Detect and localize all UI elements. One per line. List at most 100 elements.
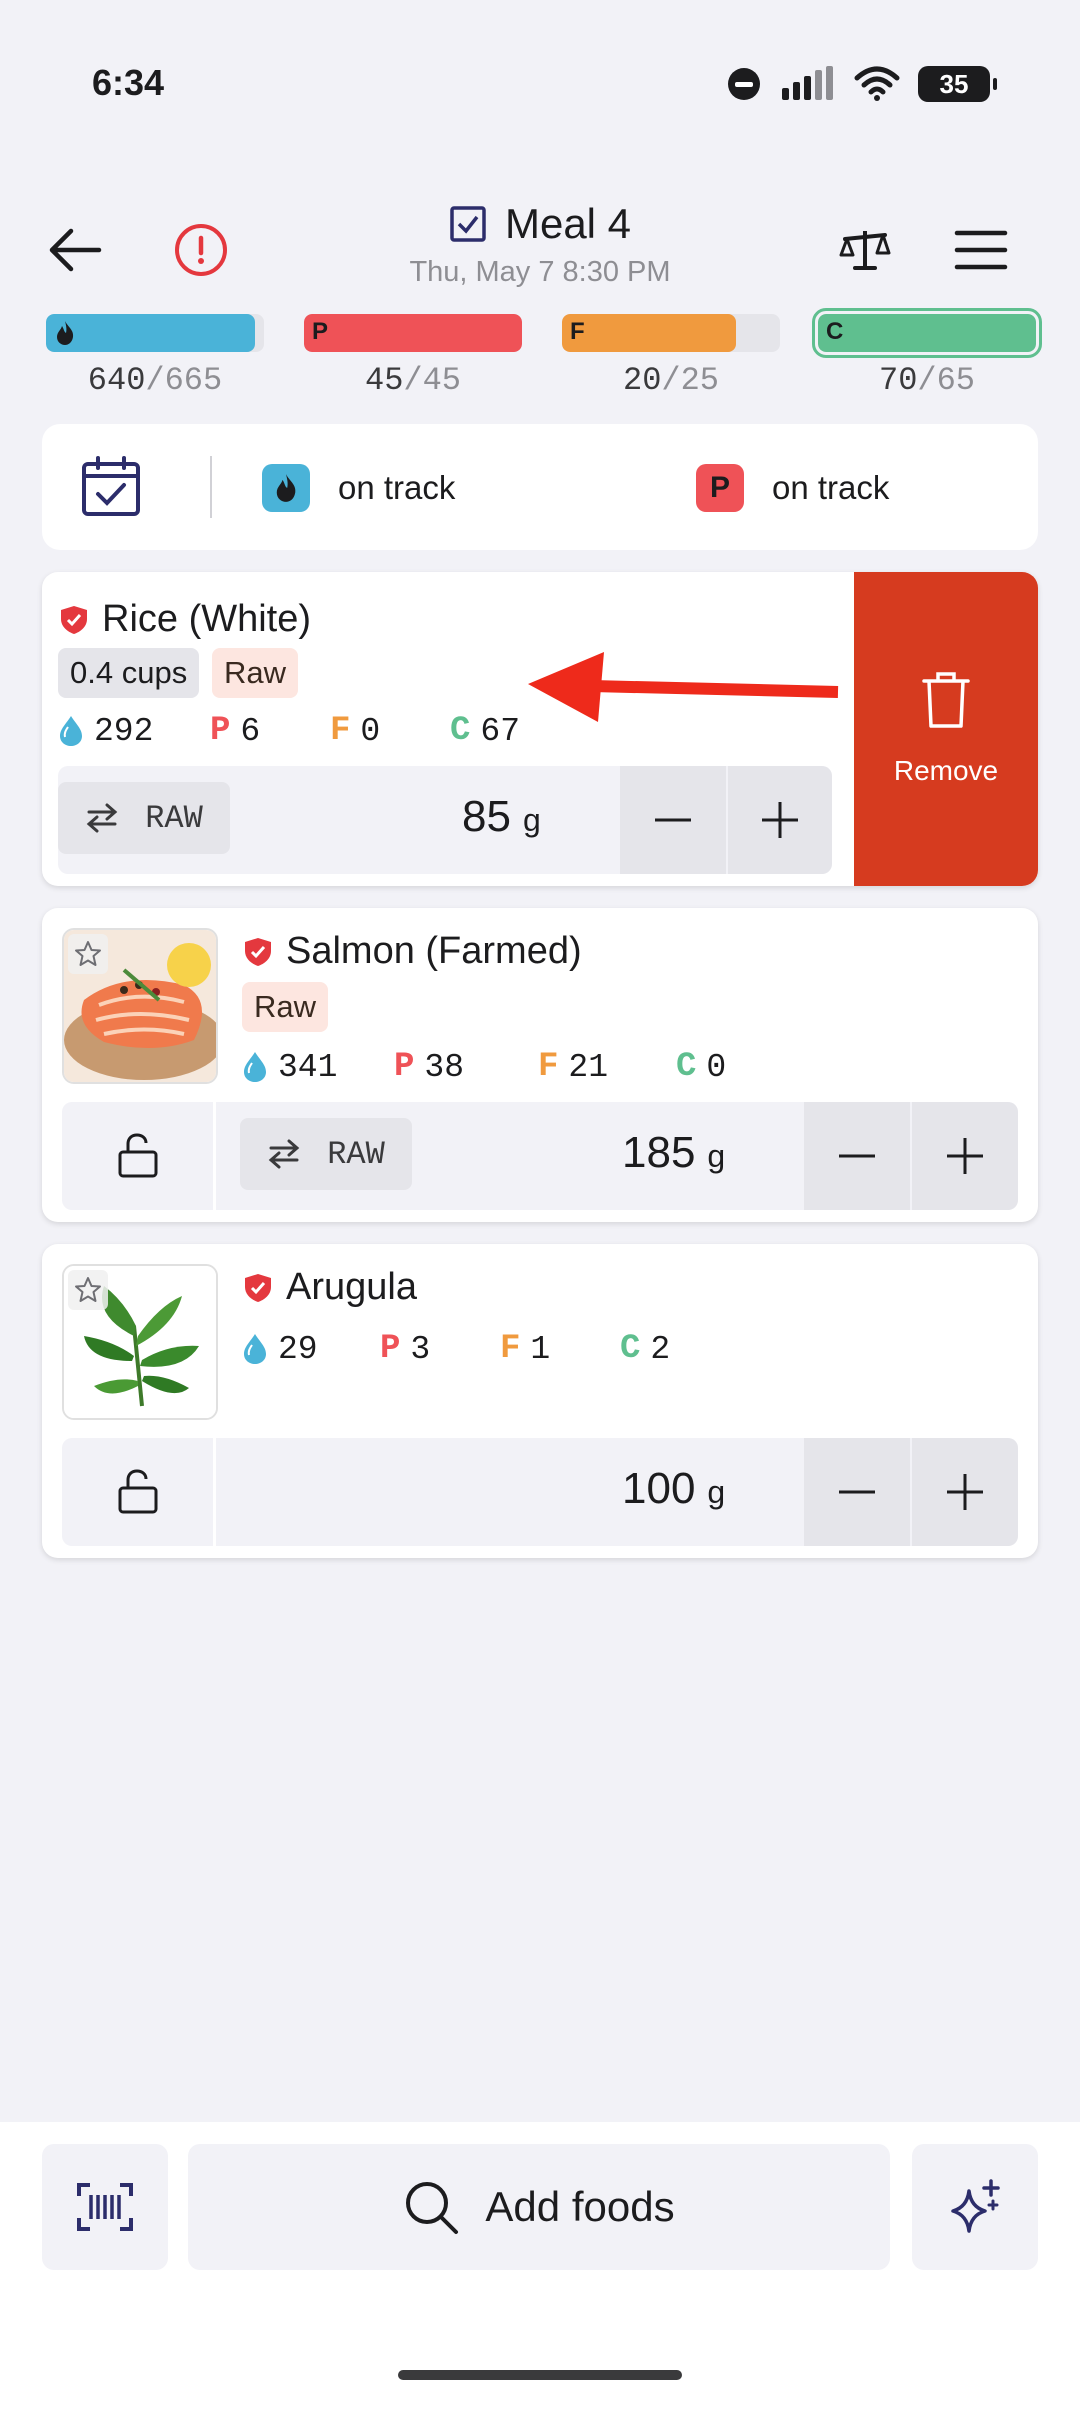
carbs-label: C (620, 1330, 641, 1368)
carbs-target: 65 (936, 362, 975, 399)
fat-progress[interactable]: F 20/25 (562, 314, 780, 399)
protein-value: 3 (410, 1330, 431, 1368)
protein-stat: P3 (380, 1330, 500, 1368)
unlock-icon (118, 1133, 157, 1178)
wifi-icon (854, 66, 900, 101)
protein-target: 45 (422, 362, 461, 399)
status-time: 6:34 (92, 62, 165, 103)
fat-value: 0 (360, 712, 381, 750)
quantity-value[interactable]: 85 g (462, 792, 541, 842)
carbs-current: 70 (878, 362, 918, 399)
fat-stat: F0 (330, 712, 450, 750)
food-thumbnail-salmon[interactable] (62, 928, 218, 1084)
flame-icon (57, 321, 74, 345)
food-name-row: Salmon (Farmed) (244, 930, 582, 973)
fat-label: F (330, 712, 351, 750)
food-card-rice[interactable]: Rice (White) 0.4 cups Raw 292 P6 F0 C 67 … (42, 572, 1038, 886)
raw-toggle-button[interactable]: RAW (58, 782, 230, 854)
nutrition-row: 341 P 38 F 21 C0 (242, 1048, 796, 1086)
food-thumbnail-arugula[interactable] (62, 1264, 218, 1420)
home-indicator[interactable] (398, 2370, 682, 2380)
decrease-button[interactable] (804, 1102, 910, 1210)
protein-progress[interactable]: P 45/45 (304, 314, 522, 399)
increase-button[interactable] (728, 766, 832, 874)
calories-current: 640 (87, 362, 146, 399)
star-icon (75, 941, 101, 966)
star-icon (75, 1277, 101, 1302)
status-icons: 35 (726, 66, 997, 102)
food-card-salmon[interactable]: Salmon (Farmed) Raw 341 P 38 F 21 C0 RAW 1… (42, 908, 1038, 1222)
calories-progress[interactable]: 640/665 (46, 314, 264, 399)
scale-button[interactable] (820, 205, 910, 295)
protein-current: 45 (364, 362, 404, 399)
fat-bar-fill (562, 314, 737, 352)
lock-button[interactable] (62, 1102, 216, 1210)
meal-header: Meal 4 Thu, May 7 8:30 PM (300, 200, 780, 289)
increase-button[interactable] (912, 1438, 1018, 1546)
scale-icon (839, 231, 891, 270)
lock-button[interactable] (62, 1438, 216, 1546)
increase-button[interactable] (912, 1102, 1018, 1210)
macro-progress-row: 640/665 P 45/45 F 20/25 C 70/65 (46, 308, 1042, 404)
quantity-unit: g (707, 1138, 726, 1174)
plus-icon (947, 1138, 983, 1174)
sparkles-icon (951, 2179, 1000, 2233)
quantity-control: RAW 85 g (58, 766, 832, 874)
status-divider (210, 456, 212, 518)
menu-icon (954, 230, 1008, 270)
add-foods-button[interactable]: Add foods (188, 2144, 890, 2270)
back-arrow-icon (49, 228, 102, 272)
minus-icon (655, 818, 691, 822)
carbs-value: 2 (650, 1330, 671, 1368)
header: Meal 4 Thu, May 7 8:30 PM (0, 190, 1080, 310)
back-button[interactable] (30, 205, 120, 295)
calories-status: on track (262, 464, 455, 512)
calories-status-text: on track (338, 469, 456, 506)
carbs-label: C (450, 712, 471, 750)
food-name: Salmon (Farmed) (286, 930, 582, 972)
info-icon (175, 224, 227, 276)
carbs-bar: C (812, 308, 1042, 358)
food-card-arugula[interactable]: Arugula 29 P3 F1 C2 100 g (42, 1244, 1038, 1558)
calories-stat: 341 (242, 1049, 394, 1086)
carbs-bar-letter: C (826, 318, 844, 345)
calories-stat: 29 (242, 1331, 380, 1368)
verified-shield-icon (245, 1273, 271, 1302)
quantity-control: 100 g (62, 1438, 1018, 1546)
remove-label: Remove (893, 755, 999, 786)
meal-datetime[interactable]: Thu, May 7 8:30 PM (300, 256, 780, 289)
fat-stat: F 21 (538, 1048, 676, 1086)
calendar-check-icon[interactable] (78, 454, 144, 520)
carbs-progress[interactable]: C 70/65 (812, 308, 1042, 399)
checkbox-icon[interactable] (449, 205, 487, 243)
minus-icon (839, 1490, 875, 1494)
favorite-button[interactable] (68, 934, 108, 974)
tracking-status-card: on track P on track (42, 424, 1038, 550)
fat-target: 25 (680, 362, 719, 399)
fat-label: F (538, 1048, 559, 1086)
quantity-value[interactable]: 100 g (622, 1464, 725, 1514)
protein-value: 6 (240, 712, 261, 750)
protein-bar-fill (304, 314, 522, 352)
raw-toggle-button[interactable]: RAW (240, 1118, 412, 1190)
quantity-number: 85 (462, 792, 511, 841)
meal-title[interactable]: Meal 4 (505, 200, 631, 248)
quantity-value[interactable]: 185 g (622, 1128, 725, 1178)
ai-assist-button[interactable] (912, 2144, 1038, 2270)
verified-shield-icon (61, 605, 87, 634)
info-button[interactable] (156, 205, 246, 295)
decrease-button[interactable] (620, 766, 726, 874)
decrease-button[interactable] (804, 1438, 910, 1546)
swap-arrows-icon (268, 1139, 300, 1169)
raw-tag: Raw (212, 648, 299, 698)
remove-button[interactable]: Remove (854, 572, 1038, 886)
menu-button[interactable] (936, 205, 1026, 295)
battery-indicator: 35 (918, 66, 997, 102)
do-not-disturb-icon (728, 68, 760, 100)
barcode-icon (77, 2183, 133, 2231)
swipe-arrow-icon (528, 652, 839, 722)
barcode-scan-button[interactable] (42, 2144, 168, 2270)
flame-icon (276, 474, 296, 502)
favorite-button[interactable] (68, 1270, 108, 1310)
search-icon (406, 2182, 459, 2234)
